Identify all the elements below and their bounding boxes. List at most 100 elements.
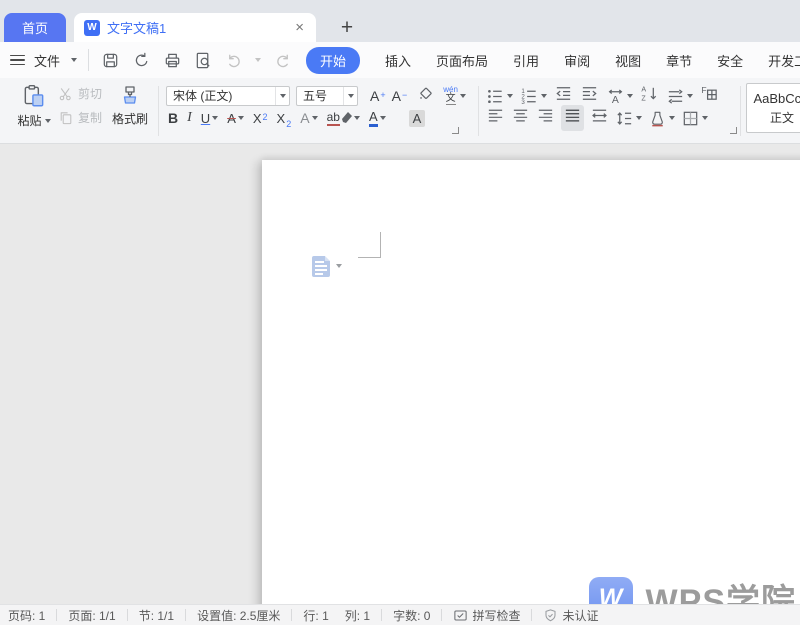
tab-review[interactable]: 审阅 bbox=[564, 51, 590, 70]
export-pdf-icon[interactable] bbox=[131, 50, 151, 70]
subscript-button[interactable]: X2 bbox=[277, 111, 292, 126]
cut-button: 剪切 bbox=[58, 85, 102, 102]
new-tab-button[interactable]: + bbox=[334, 15, 360, 41]
font-dialog-launcher-icon[interactable] bbox=[452, 127, 459, 134]
status-section[interactable]: 节: 1/1 bbox=[139, 607, 174, 624]
text-tool-icon[interactable]: F bbox=[700, 84, 719, 108]
phonetic-guide-button[interactable]: wén 文 bbox=[443, 86, 466, 105]
tab-section[interactable]: 章节 bbox=[666, 51, 692, 70]
cut-copy-group: 剪切 复制 bbox=[58, 85, 102, 126]
font-size-chevron-icon[interactable] bbox=[343, 87, 357, 105]
font-name-chevron-icon[interactable] bbox=[275, 87, 289, 105]
close-icon[interactable]: × bbox=[293, 19, 306, 36]
style-preview-text: AaBbCcD bbox=[753, 91, 800, 106]
document-assistant-icon[interactable] bbox=[312, 256, 330, 277]
status-line-column[interactable]: 行: 1 列: 1 bbox=[303, 607, 370, 624]
shading-button[interactable] bbox=[648, 109, 675, 128]
clear-format-icon[interactable] bbox=[417, 84, 435, 107]
wps-writer-window: 首页 W 文字文稿1 × + 文件 bbox=[0, 0, 800, 625]
align-center-icon[interactable] bbox=[511, 106, 530, 130]
svg-text:3: 3 bbox=[521, 98, 525, 105]
spell-check-icon bbox=[453, 608, 468, 623]
highlight-button[interactable]: ab bbox=[327, 110, 360, 126]
file-chevron-down-icon[interactable] bbox=[71, 58, 77, 62]
quick-access-toolbar: 文件 bbox=[10, 42, 313, 78]
paste-button[interactable]: 粘贴 bbox=[12, 82, 56, 129]
status-margin-setting[interactable]: 设置值: 2.5厘米 bbox=[197, 607, 280, 624]
font-name-select[interactable]: 宋体 (正文) bbox=[166, 86, 290, 106]
increase-font-size-button[interactable]: A+ bbox=[370, 88, 386, 104]
borders-button[interactable] bbox=[681, 109, 708, 128]
phonetic-guide-icon: wén 文 bbox=[443, 86, 458, 105]
bullet-list-button[interactable] bbox=[486, 87, 513, 106]
spell-check-button[interactable]: 拼写检查 bbox=[453, 607, 520, 624]
status-word-count[interactable]: 字数: 0 bbox=[393, 607, 430, 624]
tab-security[interactable]: 安全 bbox=[717, 51, 743, 70]
bold-button[interactable]: B bbox=[168, 110, 178, 126]
cut-label: 剪切 bbox=[78, 85, 102, 102]
format-painter-label: 格式刷 bbox=[112, 112, 148, 126]
tab-view[interactable]: 视图 bbox=[615, 51, 641, 70]
home-tab[interactable]: 首页 bbox=[4, 13, 66, 42]
wps-writer-icon: W bbox=[84, 20, 100, 36]
numbered-list-button[interactable]: 123 bbox=[520, 87, 547, 106]
svg-text:F: F bbox=[701, 85, 706, 95]
scissors-icon bbox=[58, 86, 74, 102]
decrease-font-size-button[interactable]: A− bbox=[392, 88, 408, 104]
tab-references[interactable]: 引用 bbox=[513, 51, 539, 70]
font-controls-row: 宋体 (正文) 五号 A+ A− wén 文 bbox=[166, 84, 466, 107]
status-column: 列: 1 bbox=[345, 607, 370, 624]
increase-indent-icon[interactable] bbox=[580, 84, 599, 108]
format-painter-button[interactable]: 格式刷 bbox=[106, 82, 154, 128]
text-effects-button[interactable]: A bbox=[300, 110, 317, 126]
sort-icon[interactable]: A Z bbox=[640, 84, 659, 108]
print-preview-icon[interactable] bbox=[193, 50, 213, 70]
show-marks-button[interactable] bbox=[666, 87, 693, 106]
distribute-icon[interactable] bbox=[590, 106, 609, 130]
format-painter-icon bbox=[106, 82, 154, 110]
paragraph-marks-icon bbox=[666, 87, 685, 106]
document-tab[interactable]: W 文字文稿1 × bbox=[74, 13, 316, 42]
ribbon-tabs: 开始 插入 页面布局 引用 审阅 视图 章节 安全 开发工具 bbox=[306, 42, 800, 78]
borders-icon bbox=[681, 109, 700, 128]
character-scale-button[interactable]: A bbox=[606, 87, 633, 106]
svg-text:A: A bbox=[612, 95, 619, 106]
document-tab-label: 文字文稿1 bbox=[107, 18, 293, 37]
italic-button[interactable]: I bbox=[187, 110, 192, 126]
character-shading-button[interactable]: A bbox=[409, 110, 426, 127]
justify-icon[interactable] bbox=[561, 105, 584, 131]
font-color-button[interactable]: A bbox=[369, 110, 386, 127]
paste-chevron-down-icon bbox=[45, 119, 51, 123]
divider bbox=[88, 49, 89, 71]
certification-status[interactable]: 未认证 bbox=[543, 607, 598, 624]
document-page[interactable] bbox=[262, 160, 800, 604]
underline-button[interactable]: U bbox=[201, 111, 218, 126]
phonetic-chevron-down-icon bbox=[460, 94, 466, 98]
assistant-chevron-down-icon[interactable] bbox=[336, 264, 342, 268]
tab-page-layout[interactable]: 页面布局 bbox=[436, 51, 488, 70]
align-right-icon[interactable] bbox=[536, 106, 555, 130]
line-spacing-icon bbox=[615, 109, 634, 128]
status-page-number[interactable]: 页码: 1 bbox=[8, 607, 45, 624]
align-left-icon[interactable] bbox=[486, 106, 505, 130]
line-spacing-button[interactable] bbox=[615, 109, 642, 128]
tab-insert[interactable]: 插入 bbox=[385, 51, 411, 70]
font-size-value: 五号 bbox=[297, 87, 343, 104]
strikethrough-button[interactable]: A bbox=[227, 111, 244, 126]
highlight-pen-icon bbox=[342, 112, 352, 124]
print-icon[interactable] bbox=[162, 50, 182, 70]
menu-icon[interactable] bbox=[10, 55, 25, 66]
tab-home[interactable]: 开始 bbox=[306, 47, 360, 74]
margin-corner-mark bbox=[380, 232, 381, 258]
file-menu[interactable]: 文件 bbox=[34, 51, 60, 70]
style-gallery-item-normal[interactable]: AaBbCcD 正文 bbox=[746, 83, 800, 133]
font-size-select[interactable]: 五号 bbox=[296, 86, 358, 106]
divider bbox=[478, 86, 479, 136]
save-icon[interactable] bbox=[100, 50, 120, 70]
text-effects-chevron-icon bbox=[312, 116, 318, 120]
superscript-button[interactable]: X2 bbox=[253, 111, 268, 126]
paragraph-dialog-launcher-icon[interactable] bbox=[730, 127, 737, 134]
tab-dev-tools[interactable]: 开发工具 bbox=[768, 51, 800, 70]
redo-icon bbox=[272, 50, 292, 70]
status-pages[interactable]: 页面: 1/1 bbox=[68, 607, 115, 624]
